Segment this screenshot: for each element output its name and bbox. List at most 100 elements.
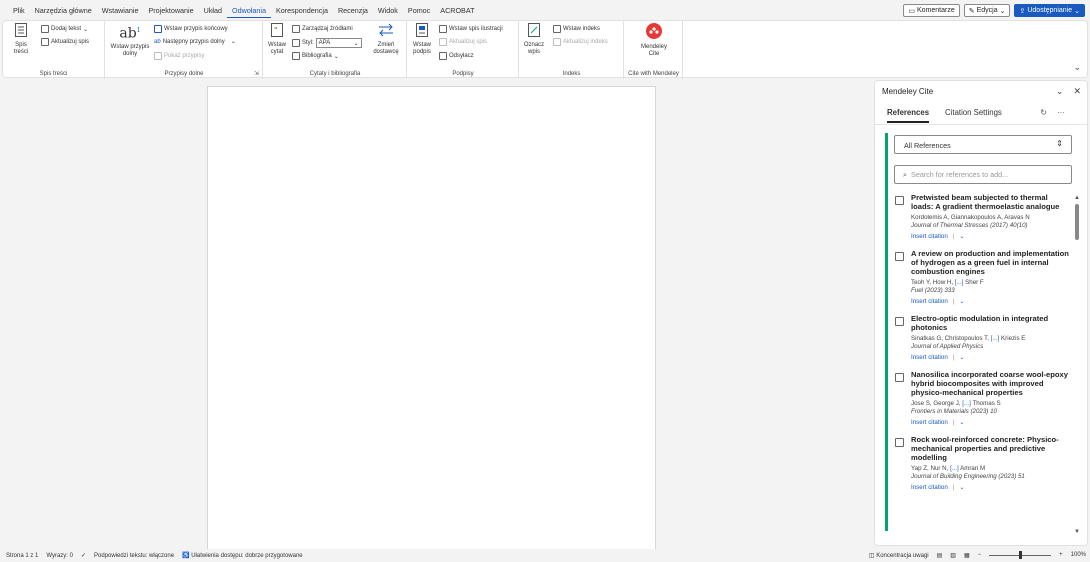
add-text-button[interactable]: Dodaj tekst ⌄: [41, 25, 88, 33]
reference-checkbox[interactable]: [895, 438, 904, 447]
refresh-icon[interactable]: ↻: [1040, 108, 1047, 117]
zoom-level[interactable]: 100%: [1071, 552, 1086, 558]
tab-6[interactable]: Korespondencja: [271, 6, 333, 18]
tab-9[interactable]: Pomoc: [403, 6, 435, 18]
mark-entry-label: Oznacz wpis: [523, 42, 545, 55]
insert-citation-label: Wstaw cytat: [268, 42, 286, 55]
more-options-icon[interactable]: ···: [1057, 108, 1065, 117]
close-icon[interactable]: ✕: [1073, 86, 1081, 97]
reference-checkbox[interactable]: [895, 373, 904, 382]
reference-checkbox[interactable]: [895, 196, 904, 205]
tab-8[interactable]: Widok: [373, 6, 403, 18]
chevron-down-icon[interactable]: ⌄: [959, 419, 964, 426]
update-toc-button[interactable]: Aktualizuj spis: [41, 38, 89, 46]
pane-divider: [875, 124, 1087, 125]
tab-5[interactable]: Odwołania: [227, 6, 271, 18]
insert-caption-icon: [416, 23, 428, 37]
reference-list-scrollbar[interactable]: ▲ ▼: [1074, 195, 1080, 535]
chevron-down-icon[interactable]: ⌄: [959, 298, 964, 305]
insert-citation-link[interactable]: Insert citation: [911, 233, 948, 240]
footnotes-group-label: Przypisy dolne: [164, 71, 204, 77]
scroll-down-icon[interactable]: ▼: [1074, 529, 1080, 535]
toc-button[interactable]: Spis treści: [9, 23, 33, 56]
zoom-slider[interactable]: [989, 551, 1052, 559]
authors-ellipsis[interactable]: [...]: [991, 335, 1000, 342]
insert-citation-link[interactable]: Insert citation: [911, 298, 948, 305]
authors-ellipsis[interactable]: [...]: [950, 465, 959, 472]
insert-footnote-button[interactable]: ab1 Wstaw przypis dolny: [109, 23, 151, 58]
accessibility-status[interactable]: ♿ Ułatwienia dostępu: dobrze przygotowan…: [182, 552, 303, 559]
cross-reference-button[interactable]: Odsyłacz: [439, 52, 474, 60]
pane-tab-0[interactable]: References: [887, 108, 930, 123]
chevron-down-icon[interactable]: ⌄: [959, 354, 964, 361]
mendeley-cite-button[interactable]: Mendeley Cite: [634, 23, 674, 58]
bibliography-button[interactable]: Bibliografia ⌄: [292, 52, 339, 60]
citations-group: " Wstaw cytat Zarządzaj źródłami Styl: A…: [264, 21, 407, 79]
pane-tab-1[interactable]: Citation Settings: [945, 108, 1002, 123]
change-provider-button[interactable]: Zmień dostawcę: [368, 23, 404, 56]
print-layout-icon[interactable]: ▥: [950, 552, 956, 559]
read-mode-icon[interactable]: ▤: [937, 552, 943, 559]
word-count[interactable]: Wyrazy: 0: [46, 553, 73, 559]
insert-index-icon: [553, 25, 561, 33]
scrollbar-thumb[interactable]: [1075, 204, 1079, 240]
insert-citation-link[interactable]: Insert citation: [911, 484, 948, 491]
update-index-button[interactable]: Aktualizuj indeks: [553, 38, 608, 46]
status-right: ◫ Koncentracja uwagi ▤ ▥ ▦ − + 100%: [869, 551, 1086, 559]
comments-button[interactable]: ▭ Komentarze: [903, 4, 960, 17]
chevron-down-icon[interactable]: ⌄: [959, 233, 964, 240]
show-notes-button[interactable]: Pokaż przypisy: [154, 52, 204, 60]
chevron-down-icon[interactable]: ⌄: [1056, 86, 1064, 97]
status-left: Strona 1 z 1 Wyrazy: 0 ✓ Podpowiedzi tek…: [6, 552, 303, 560]
insert-citation-link[interactable]: Insert citation: [911, 354, 948, 361]
insert-index-button[interactable]: Wstaw indeks: [553, 25, 600, 33]
manage-sources-button[interactable]: Zarządzaj źródłami: [292, 25, 353, 33]
collapse-ribbon-icon[interactable]: ⌄: [1073, 62, 1081, 73]
insert-tof-button[interactable]: Wstaw spis ilustracji: [439, 25, 503, 33]
text-predictions-status[interactable]: Podpowiedzi tekstu: włączone: [94, 553, 174, 559]
insert-citation-link[interactable]: Insert citation: [911, 419, 948, 426]
next-footnote-button[interactable]: ab Następny przypis dolny ⌄: [154, 38, 236, 46]
reference-search-input[interactable]: ⌕ Search for references to add...: [894, 165, 1072, 184]
chevron-down-icon: ⌄: [230, 39, 236, 45]
menu-bar: Plik Narzędzia główne Wstawianie Projektowa…: [0, 0, 1090, 20]
style-dropdown[interactable]: APA ⌄: [315, 38, 362, 48]
focus-mode-button[interactable]: ◫ Koncentracja uwagi: [869, 552, 929, 559]
reference-authors: Kordolemis A, Giannakopoulos A, Aravas N: [911, 214, 1030, 221]
tab-7[interactable]: Recenzja: [333, 6, 373, 18]
zoom-thumb[interactable]: [1018, 551, 1022, 559]
chevron-down-icon[interactable]: ⌄: [959, 484, 964, 491]
proofing-icon[interactable]: ✓: [81, 552, 86, 559]
zoom-in-button[interactable]: +: [1059, 552, 1063, 558]
reference-filter-select[interactable]: All References ⇕: [894, 135, 1072, 154]
update-table-button[interactable]: Aktualizuj spis: [439, 38, 487, 46]
tab-2[interactable]: Wstawianie: [97, 6, 144, 18]
actions-separator: |: [952, 354, 955, 361]
tab-1[interactable]: Narzędzia główne: [30, 6, 97, 18]
tab-10[interactable]: ACROBAT: [435, 6, 479, 18]
scroll-up-icon[interactable]: ▲: [1074, 195, 1080, 201]
search-icon: ⌕: [903, 169, 908, 179]
reference-checkbox[interactable]: [895, 317, 904, 326]
tab-3[interactable]: Projektowanie: [143, 6, 198, 18]
tab-0[interactable]: Plik: [8, 6, 30, 18]
authors-ellipsis[interactable]: [...]: [962, 400, 971, 407]
reference-checkbox[interactable]: [895, 252, 904, 261]
share-button[interactable]: ⇪ Udostępnianie ⌄: [1014, 4, 1085, 17]
mark-entry-button[interactable]: Oznacz wpis: [523, 23, 545, 56]
style-selector[interactable]: Styl: APA ⌄: [292, 38, 362, 48]
reference-journal: Fuel (2023) 333: [911, 287, 955, 294]
edit-mode-button[interactable]: ✎ Edycja ⌄: [963, 4, 1011, 17]
insert-citation-button[interactable]: " Wstaw cytat: [265, 23, 289, 56]
document-page[interactable]: [207, 86, 656, 556]
reference-item: Pretwisted beam subjected to thermal loa…: [892, 193, 1072, 240]
web-layout-icon[interactable]: ▦: [964, 552, 970, 559]
dialog-launcher-icon[interactable]: ⇲: [254, 70, 259, 77]
insert-endnote-button[interactable]: Wstaw przypis końcowy: [154, 25, 228, 33]
mendeley-cite-label: Mendeley Cite: [640, 44, 667, 57]
reference-title: Pretwisted beam subjected to thermal loa…: [911, 193, 1060, 211]
insert-caption-button[interactable]: Wstaw podpis: [411, 23, 433, 56]
zoom-out-button[interactable]: −: [978, 552, 982, 558]
tab-4[interactable]: Układ: [199, 6, 227, 18]
page-count[interactable]: Strona 1 z 1: [6, 553, 38, 559]
